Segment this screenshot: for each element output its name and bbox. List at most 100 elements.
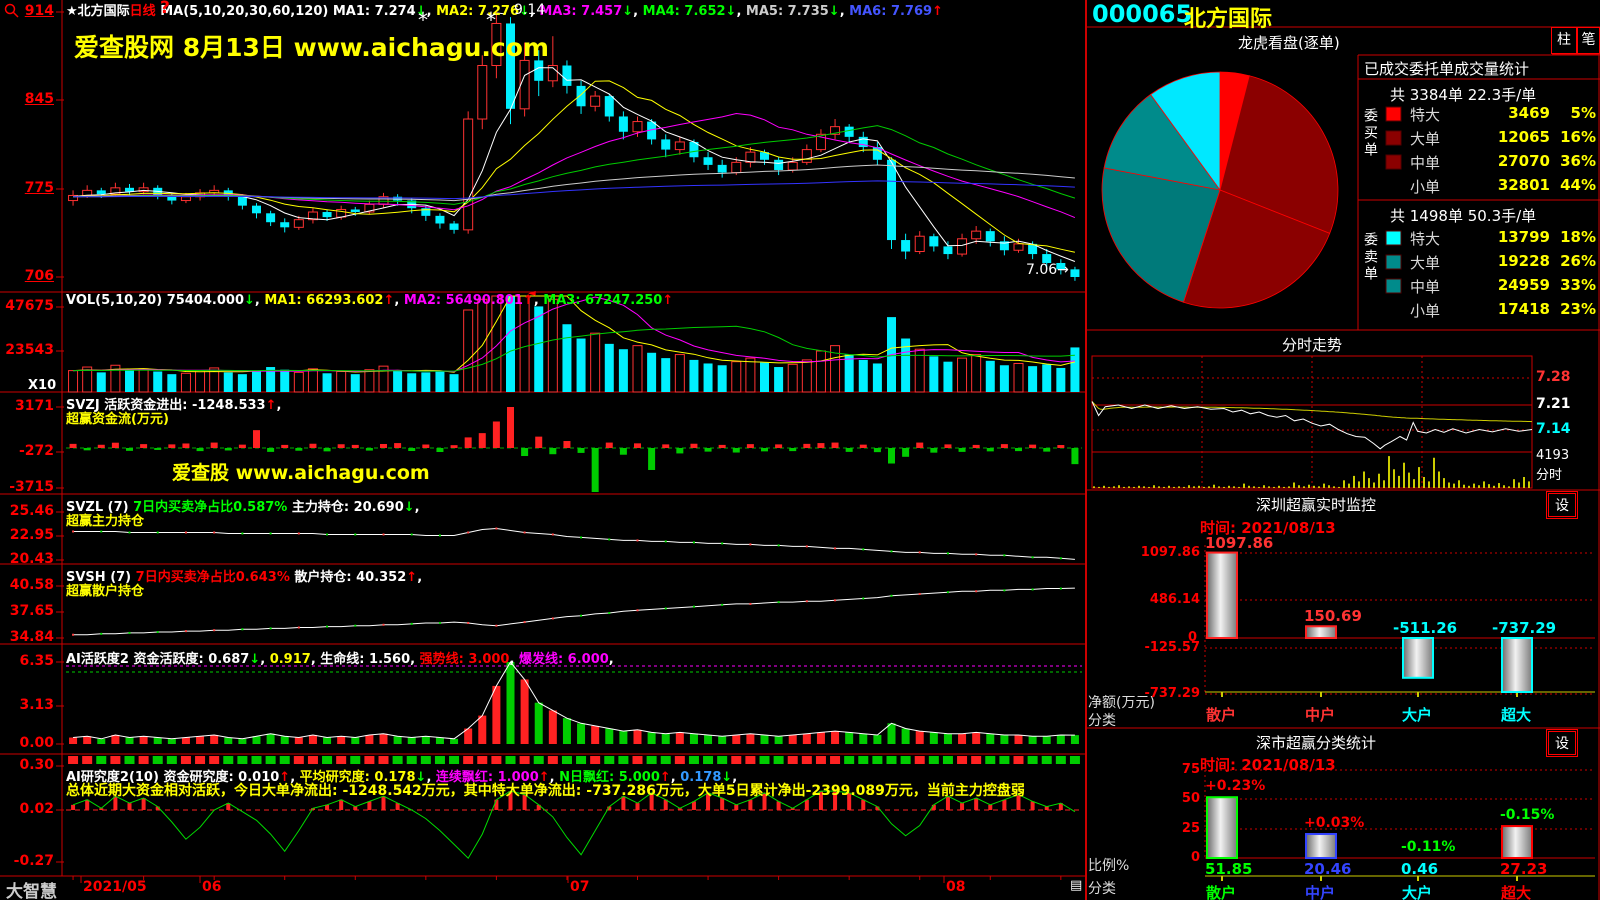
stat-row-name: 小单 <box>1410 176 1440 197</box>
sell-summary: 共 1498单 50.3手/单 <box>1390 205 1536 226</box>
volume-scale-label: X10 <box>28 378 56 393</box>
stat-row-pct: 5% <box>1552 104 1596 122</box>
volume-pane-header: VOL(5,10,20) 75404.000↓, MA1: 66293.602↑… <box>66 293 673 308</box>
axis-label: 0.00 <box>2 735 54 751</box>
lhkp-title: 龙虎看盘(逐单) <box>1238 32 1340 53</box>
timeline-label: 2021/05 <box>83 879 147 895</box>
classify-value: 51.85 <box>1205 860 1252 878</box>
pen-mode-button[interactable]: 笔 <box>1577 27 1600 54</box>
stat-row-name: 特大 <box>1410 228 1440 249</box>
classify-category: 超大 <box>1501 882 1531 900</box>
main-watermark: 爱查股网 8月13日 www.aichagu.com <box>74 28 549 64</box>
classify-category: 中户 <box>1305 882 1335 900</box>
brand-logo: 大智慧 <box>6 877 57 900</box>
monitor-settings-button[interactable]: 设 <box>1546 491 1578 519</box>
classify-ytick: 75 <box>1160 762 1200 777</box>
stock-name: 北方国际 <box>1184 1 1272 33</box>
classify-class-label: 分类 <box>1088 878 1116 898</box>
stat-row-pct: 16% <box>1552 128 1596 146</box>
axis-label: 775 <box>2 180 54 196</box>
stat-row-value: 12065 <box>1450 128 1550 146</box>
stat-row-value: 27070 <box>1450 152 1550 170</box>
intraday-price-label: 7.14 <box>1536 421 1571 437</box>
stat-row-value: 24959 <box>1450 276 1550 294</box>
timeline-label: 06 <box>202 879 221 895</box>
axis-label: 914 <box>2 3 54 19</box>
timeline-label: 08 <box>946 879 965 895</box>
signal-star-icon: * <box>486 8 496 32</box>
axis-label: 0.30 <box>2 757 54 773</box>
intraday-vol-label: 4193 <box>1536 448 1569 463</box>
monitor-title: 深圳超赢实时监控 <box>1256 494 1376 515</box>
svzj-subheader: 超赢资金流(万元) <box>66 408 169 427</box>
ai-research-summary: 总体近期大资金相对活跃，今日大单净流出: -1248.542万元，其中特大单净流… <box>66 780 1025 800</box>
monitor-ytick: 486.14 <box>1140 592 1200 607</box>
intraday-x-label: 分时 <box>1536 464 1562 483</box>
buy-summary: 共 3384单 22.3手/单 <box>1390 84 1536 105</box>
intraday-title: 分时走势 <box>1282 334 1342 355</box>
stat-row-pct: 44% <box>1552 176 1596 194</box>
monitor-value: -737.29 <box>1492 619 1556 637</box>
classify-category: 大户 <box>1402 882 1432 900</box>
monitor-class-label: 分类 <box>1088 710 1116 730</box>
signal-star-icon: * <box>418 8 428 32</box>
stat-row-value: 19228 <box>1450 252 1550 270</box>
stat-row-pct: 23% <box>1552 300 1596 318</box>
classify-change: -0.11% <box>1401 839 1455 855</box>
axis-label: 6.35 <box>2 653 54 669</box>
main-chart-header: ★北方国际日线 MA(5,10,20,30,60,120) MA1: 7.274… <box>66 0 943 19</box>
monitor-ytick: 1097.86 <box>1140 545 1200 560</box>
classify-category: 散户 <box>1206 882 1236 900</box>
stat-row-pct: 26% <box>1552 252 1596 270</box>
stat-row-name: 中单 <box>1410 276 1440 297</box>
stat-row-name: 大单 <box>1410 128 1440 149</box>
monitor-unit-label: 净额(万元) <box>1088 692 1155 712</box>
stats-title: 已成交委托单成交量统计 <box>1364 58 1529 79</box>
classify-ytick: 0 <box>1160 850 1200 865</box>
buy-side-label: 委买单 <box>1360 108 1380 159</box>
monitor-category: 大户 <box>1402 704 1432 725</box>
svzj-watermark: 爱查股 www.aichagu.com <box>172 458 430 485</box>
sell-side-label: 委卖单 <box>1360 232 1380 283</box>
classify-unit-label: 比例% <box>1088 855 1129 875</box>
classify-value: 27.23 <box>1500 860 1547 878</box>
classify-settings-button[interactable]: 设 <box>1546 729 1578 757</box>
axis-label: 0.02 <box>2 801 54 817</box>
intraday-price-label: 7.28 <box>1536 369 1571 385</box>
monitor-time: 时间: 2021/08/13 <box>1200 517 1336 538</box>
stat-row-pct: 33% <box>1552 276 1596 294</box>
stat-row-value: 17418 <box>1450 300 1550 318</box>
printer-icon[interactable]: ▤ <box>1070 878 1082 893</box>
stat-row-name: 中单 <box>1410 152 1440 173</box>
stat-row-name: 特大 <box>1410 104 1440 125</box>
axis-label: 3.13 <box>2 697 54 713</box>
axis-label: 40.58 <box>2 577 54 593</box>
stat-row-name: 大单 <box>1410 252 1440 273</box>
monitor-category: 散户 <box>1206 704 1236 725</box>
bar-mode-button[interactable]: 柱 <box>1551 27 1577 54</box>
axis-label: 706 <box>2 268 54 284</box>
axis-label: 25.46 <box>2 503 54 519</box>
stat-row-value: 32801 <box>1450 176 1550 194</box>
monitor-zero: 0 <box>1188 630 1197 645</box>
monitor-value: -511.26 <box>1393 619 1457 637</box>
timeline-label: 07 <box>570 879 589 895</box>
axis-label: 23543 <box>2 342 54 358</box>
stock-code: 000065 <box>1092 0 1192 28</box>
stat-row-name: 小单 <box>1410 300 1440 321</box>
stat-row-pct: 36% <box>1552 152 1596 170</box>
stat-row-value: 3469 <box>1450 104 1550 122</box>
svzl-subheader: 超赢主力持仓 <box>66 510 144 529</box>
ai-activity-header: AI活跃度2 资金活跃度: 0.687↓, 0.917, 生命线: 1.560,… <box>66 648 614 667</box>
stat-row-value: 13799 <box>1450 228 1550 246</box>
axis-label: 845 <box>2 91 54 107</box>
classify-value: 0.46 <box>1401 860 1438 878</box>
classify-ytick: 50 <box>1160 791 1200 806</box>
classify-title: 深市超赢分类统计 <box>1256 732 1376 753</box>
axis-label: -3715 <box>2 479 54 495</box>
axis-label: 47675 <box>2 298 54 314</box>
stat-row-pct: 18% <box>1552 228 1596 246</box>
axis-label: 22.95 <box>2 527 54 543</box>
last-price-annotation: 7.06→ <box>1026 262 1069 278</box>
classify-change: +0.03% <box>1304 815 1364 831</box>
